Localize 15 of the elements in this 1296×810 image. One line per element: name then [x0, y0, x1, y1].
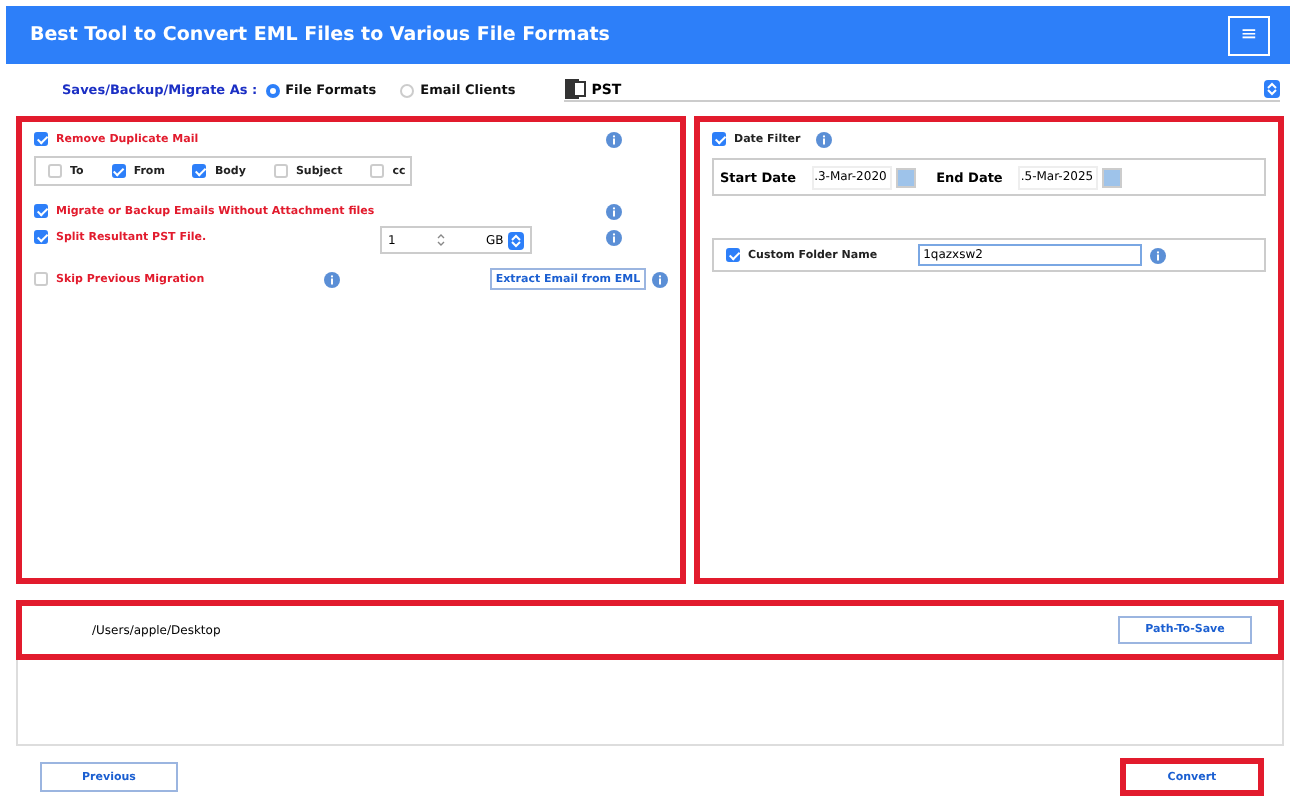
stepper-icon[interactable]	[1263, 80, 1280, 98]
info-icon[interactable]	[606, 229, 622, 245]
info-icon[interactable]	[816, 131, 833, 147]
info-icon[interactable]	[652, 271, 668, 287]
info-icon[interactable]	[606, 131, 622, 147]
info-icon[interactable]	[1149, 247, 1166, 263]
calendar-icon[interactable]	[896, 167, 917, 187]
stepper-icon[interactable]	[508, 231, 524, 249]
calendar-icon[interactable]	[1102, 167, 1123, 187]
menu-button[interactable]: ≡	[1228, 15, 1270, 55]
file-icon	[563, 78, 586, 100]
spinner-icon[interactable]	[436, 232, 446, 248]
info-icon[interactable]	[606, 203, 622, 219]
info-icon[interactable]	[324, 271, 341, 287]
app-title: Best Tool to Convert EML Files to Various File Formats	[30, 24, 610, 46]
